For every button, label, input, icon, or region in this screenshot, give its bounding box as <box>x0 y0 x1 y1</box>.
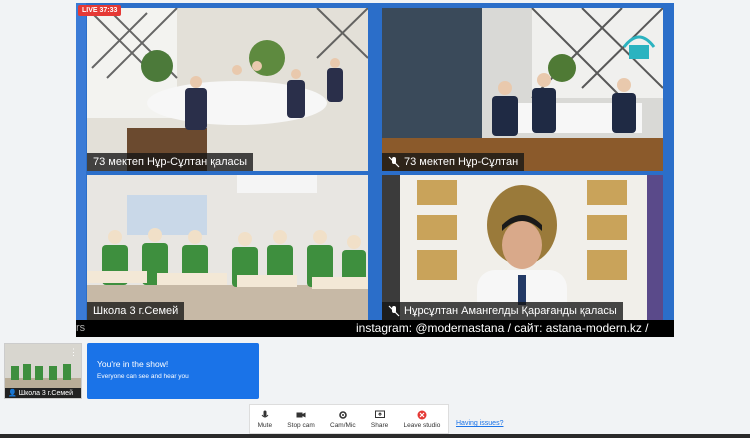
tile-caption: Школа 3 г.Семей <box>87 302 185 320</box>
studio-toolbar: Mute Stop cam Cam/Mic Share Leave studio <box>249 404 449 434</box>
banner-title: You're in the show! <box>97 359 169 369</box>
gear-icon <box>339 410 347 419</box>
stop-cam-button[interactable]: Stop cam <box>287 410 315 429</box>
tile-caption-text: Школа 3 г.Семей <box>93 305 179 317</box>
having-issues-link[interactable]: Having issues? <box>456 420 503 427</box>
leave-studio-button[interactable]: Leave studio <box>403 410 440 429</box>
video-frame-student <box>382 175 663 320</box>
microphone-icon <box>261 410 269 417</box>
share-screen-icon <box>374 410 385 418</box>
video-frame-meeting <box>87 8 368 171</box>
tile-caption: Нұрсұлтан Амангелды Қарағанды қаласы <box>382 302 623 320</box>
self-view-label: 👤 Школа 3 г.Семей <box>5 388 81 398</box>
tile-caption: 73 мектеп Нұр-Сұлтан қаласы <box>87 153 254 171</box>
share-label: Share <box>370 421 389 429</box>
stage-side-strip <box>76 3 86 320</box>
live-badge: LIVE 37:33 <box>78 5 122 16</box>
banner-subtitle: Everyone can see and hear you <box>97 373 189 380</box>
tile-caption-text: 73 мектеп Нұр-Сұлтан қаласы <box>93 156 248 168</box>
mic-off-icon <box>388 305 400 317</box>
ticker-tail: rs <box>76 322 86 334</box>
camera-icon <box>296 412 306 417</box>
video-tile-3[interactable]: Школа 3 г.Семей <box>87 175 368 320</box>
more-options-icon[interactable]: ⋮ <box>69 347 78 358</box>
leave-label: Leave studio <box>403 421 441 429</box>
self-view-thumbnail[interactable]: ⋮ 👤 Школа 3 г.Семей <box>4 343 82 399</box>
mute-label: Mute <box>257 421 273 429</box>
school-logo <box>622 35 656 59</box>
mic-off-icon <box>388 156 400 168</box>
ticker-bar: rs instagram: @modernastana / сайт: asta… <box>76 320 674 337</box>
tile-caption-text: Нұрсұлтан Амангелды Қарағанды қаласы <box>404 305 617 317</box>
broadcast-stage: LIVE 37:33 73 мектеп Нұр-Сұлтан қаласы 7… <box>76 3 674 337</box>
person-icon: 👤 <box>8 390 17 397</box>
leave-icon <box>417 410 427 419</box>
video-tile-1[interactable]: 73 мектеп Нұр-Сұлтан қаласы <box>87 8 368 171</box>
video-tile-4[interactable]: Нұрсұлтан Амангелды Қарағанды қаласы <box>382 175 663 320</box>
in-show-banner: You're in the show! Everyone can see and… <box>87 343 259 399</box>
video-frame-lab <box>87 175 368 320</box>
tile-caption-text: 73 мектеп Нұр-Сұлтан <box>404 156 519 168</box>
mute-button[interactable]: Mute <box>258 410 272 429</box>
cam-mic-button[interactable]: Cam/Mic <box>330 410 356 429</box>
share-button[interactable]: Share <box>371 410 388 429</box>
ticker-text: instagram: @modernastana / сайт: astana-… <box>356 321 649 335</box>
tile-caption: 73 мектеп Нұр-Сұлтан <box>382 153 525 171</box>
stop-cam-label: Stop cam <box>287 421 315 429</box>
self-view-label-text: Школа 3 г.Семей <box>18 389 73 397</box>
bottom-bar <box>0 434 750 438</box>
cam-mic-label: Cam/Mic <box>330 421 356 429</box>
